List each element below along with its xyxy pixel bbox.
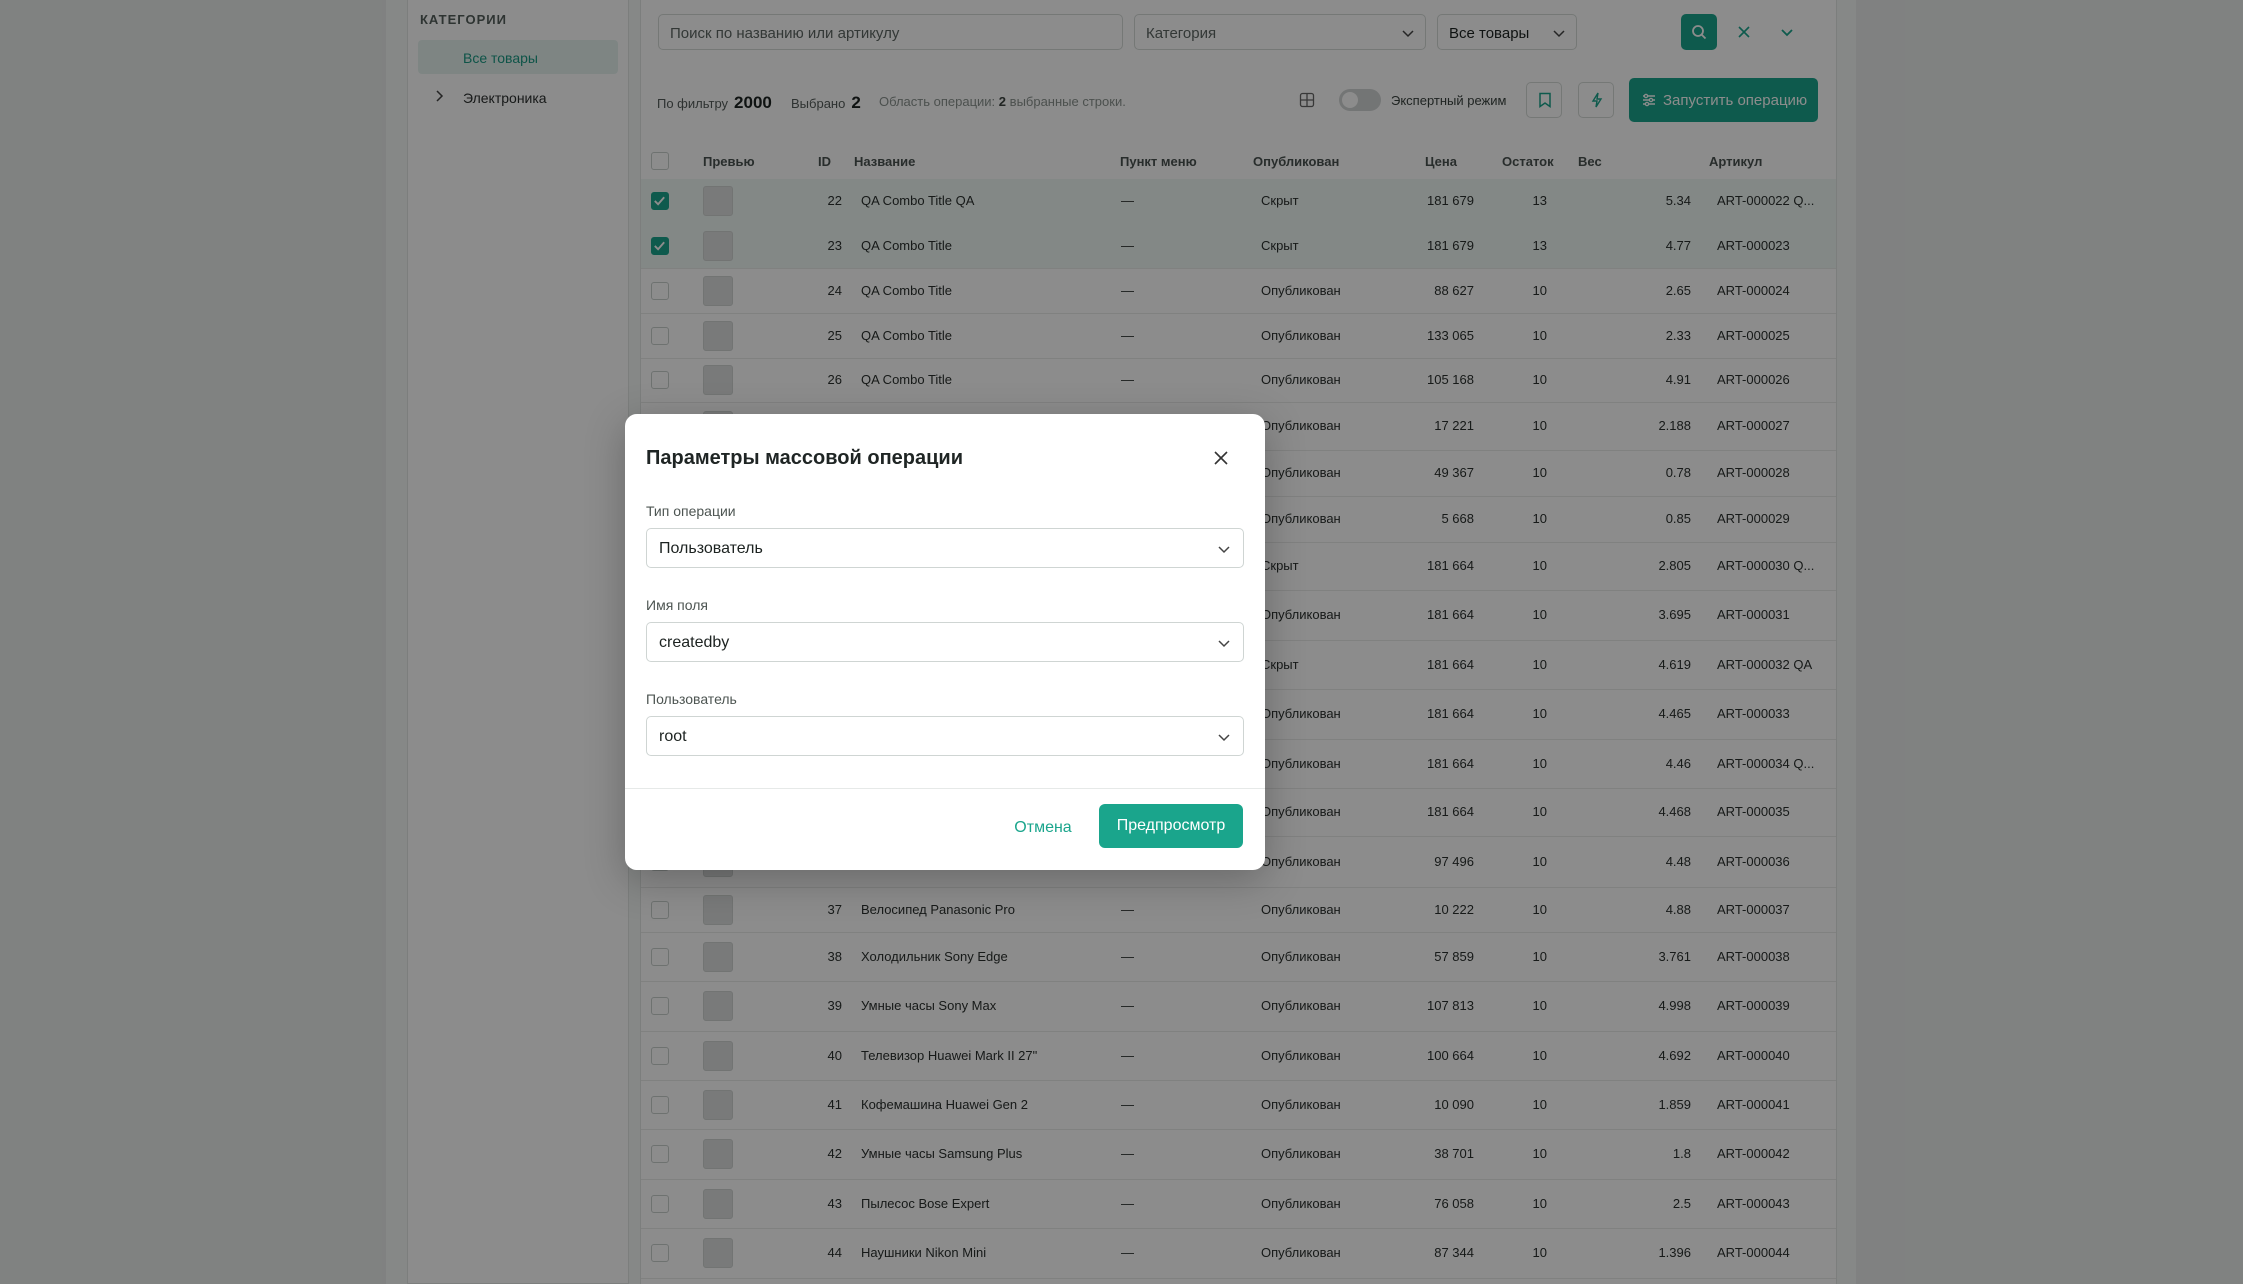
user-select[interactable]: root — [646, 716, 1244, 756]
chevron-down-icon — [1218, 546, 1230, 554]
dialog-divider — [625, 788, 1265, 789]
field-name-select[interactable]: createdby — [646, 622, 1244, 662]
operation-type-select[interactable]: Пользователь — [646, 528, 1244, 568]
chevron-down-icon — [1218, 640, 1230, 648]
close-icon — [1214, 451, 1228, 465]
bulk-operation-dialog: Параметры массовой операции Тип операции… — [625, 414, 1265, 870]
preview-button[interactable]: Предпросмотр — [1099, 804, 1243, 848]
operation-type-label: Тип операции — [646, 503, 736, 519]
dialog-close-button[interactable] — [1209, 446, 1233, 470]
user-value: root — [659, 728, 687, 745]
chevron-down-icon — [1218, 734, 1230, 742]
user-label: Пользователь — [646, 691, 737, 707]
field-name-label: Имя поля — [646, 597, 708, 613]
field-name-value: createdby — [659, 634, 730, 651]
cancel-button[interactable]: Отмена — [1009, 808, 1077, 848]
operation-type-value: Пользователь — [659, 540, 763, 557]
app-root: КАТЕГОРИИ Все товары Электроника Поиск п… — [0, 0, 2243, 1284]
dialog-title: Параметры массовой операции — [646, 447, 964, 469]
